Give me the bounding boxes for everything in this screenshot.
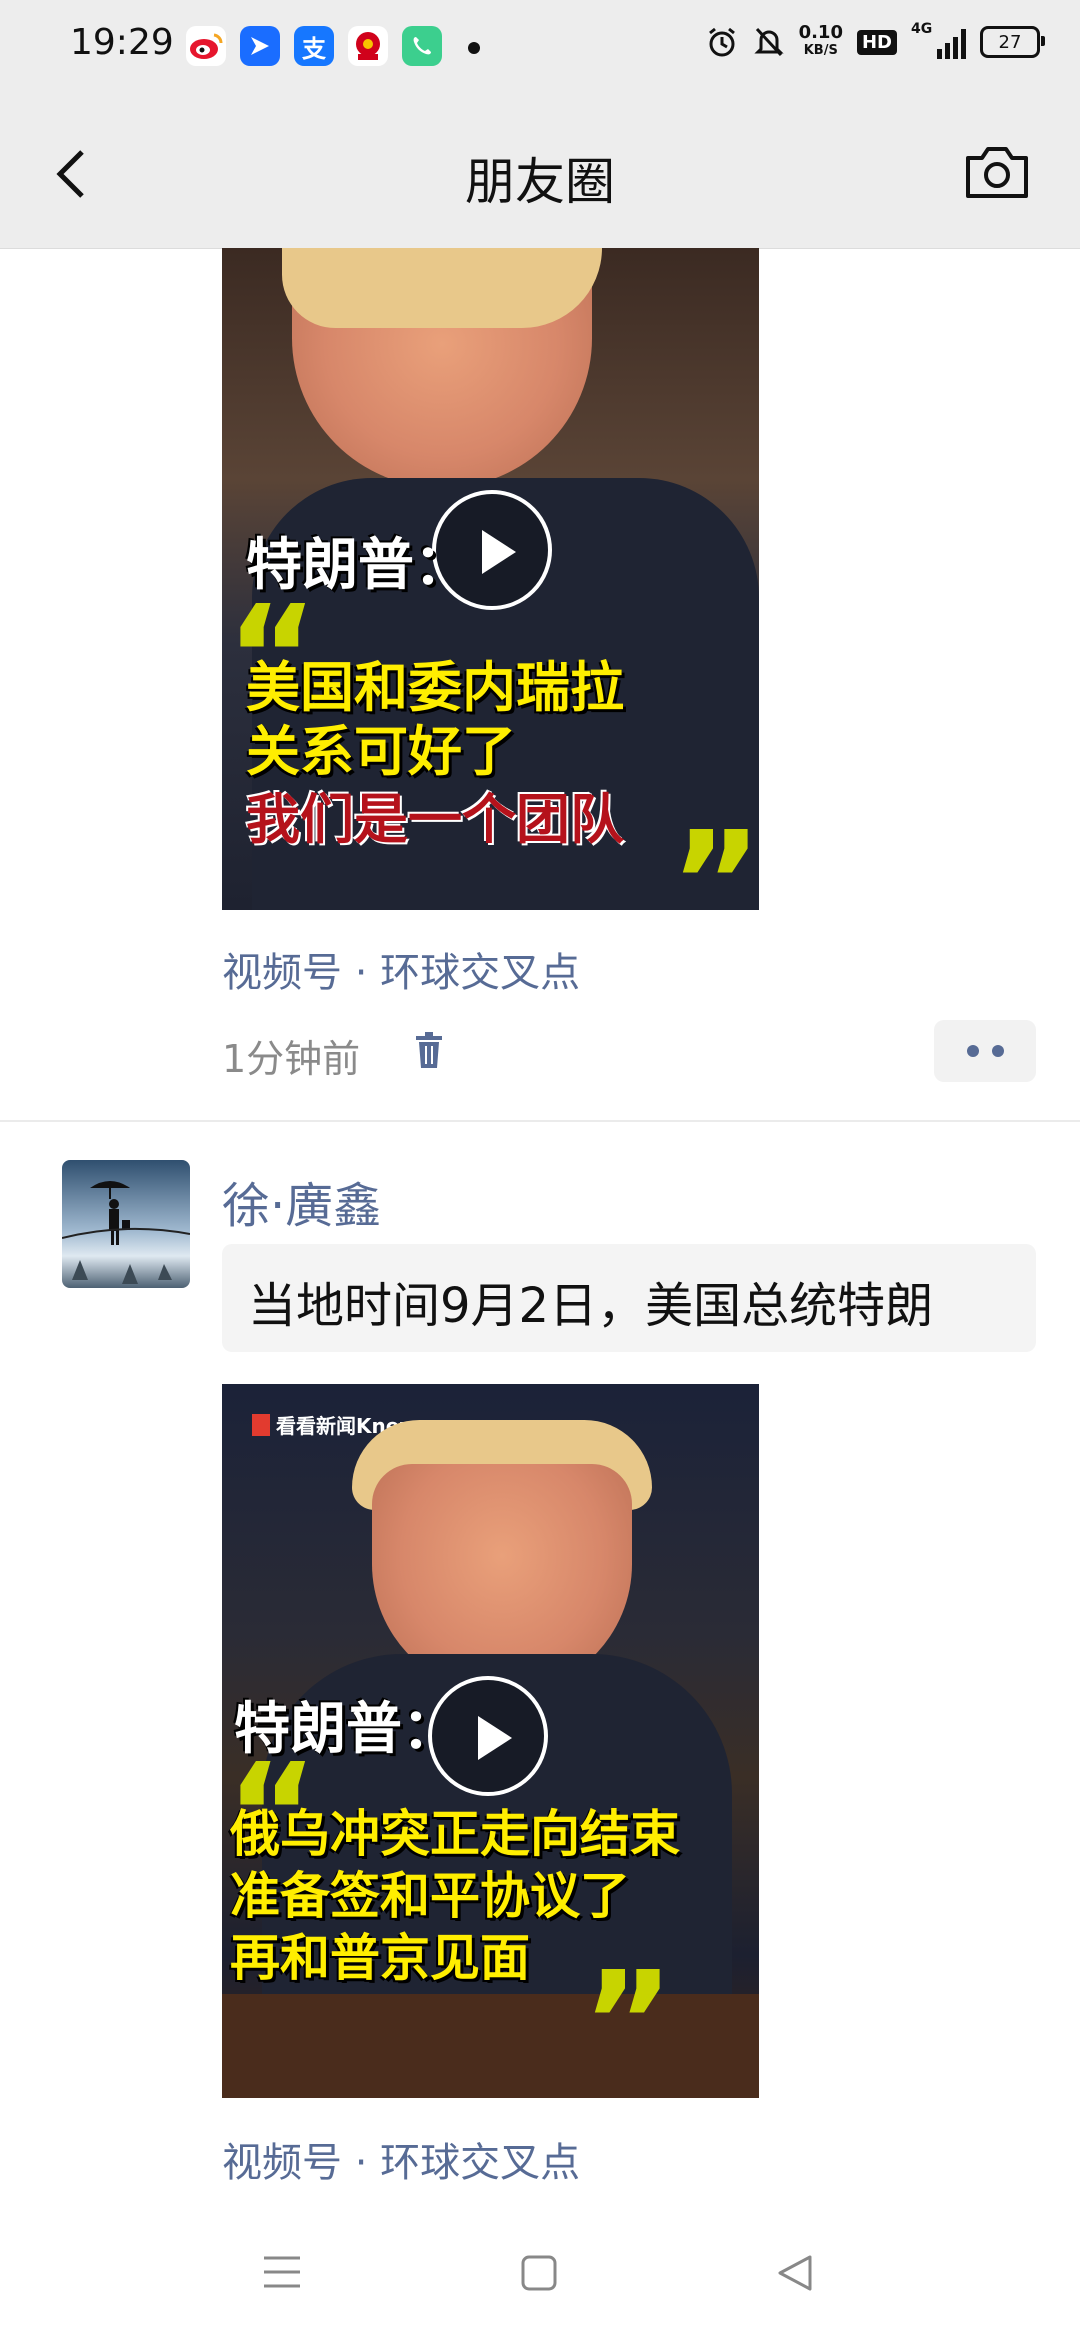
close-quote-mark: ” [670, 802, 759, 911]
post-text[interactable]: 当地时间9月2日，美国总统特朗 [222, 1244, 1036, 1352]
home-icon[interactable] [520, 2254, 558, 2292]
video-caption-line-3: 我们是一个团队 [246, 788, 624, 851]
phone-icon [402, 26, 442, 66]
system-status: 0.10 KB/S HD 4G 27 [705, 21, 1045, 60]
menu-icon[interactable] [262, 2254, 302, 2290]
post-time: 1分钟前 [222, 1037, 361, 1081]
more-notifications-dot [468, 42, 480, 54]
signal-icon: 4G [911, 21, 966, 59]
channel-source-link[interactable]: 视频号 · 环球交叉点 [222, 2130, 580, 2188]
mute-bell-icon [753, 27, 784, 57]
video-caption-line-1: 俄乌冲突正走向结束 [230, 1805, 680, 1863]
feishu-icon [240, 26, 280, 66]
alipay-icon: 支 [294, 26, 334, 66]
avatar[interactable] [62, 1160, 190, 1288]
system-nav-bar [0, 2208, 1080, 2340]
desk [222, 1994, 759, 2098]
moments-feed[interactable]: 特朗普： “ 美国和委内瑞拉 关系可好了 我们是一个团队 ” 视频号 · 环球交… [0, 248, 1080, 2208]
video-caption-line-3: 再和普京见面 [230, 1929, 530, 1987]
video-caption-line-2: 关系可好了 [246, 720, 516, 783]
video-thumbnail[interactable]: 特朗普： “ 美国和委内瑞拉 关系可好了 我们是一个团队 ” [222, 248, 759, 910]
alarm-icon [708, 27, 735, 57]
back-nav-icon[interactable] [776, 2254, 814, 2292]
top-nav: 朋友圈 [0, 96, 1080, 249]
gov-app-icon [348, 26, 388, 66]
channel-source-link[interactable]: 视频号 · 环球交叉点 [222, 940, 580, 998]
more-actions-button[interactable] [934, 1020, 1036, 1082]
video-caption-line-1: 美国和委内瑞拉 [246, 656, 624, 719]
video-caption-line-2: 准备签和平协议了 [230, 1867, 630, 1925]
video-thumbnail[interactable]: 看看新闻Knews 特朗普： “ 俄乌冲突正走向结束 准备签和平协议了 再和普京… [222, 1384, 759, 2098]
weibo-icon [186, 26, 226, 66]
post-author-name[interactable]: 徐·廣鑫 [222, 1166, 381, 1236]
trash-icon[interactable] [414, 1032, 444, 1070]
status-time: 19:29 [70, 22, 174, 63]
person-hair [282, 248, 602, 328]
hd-badge: HD [856, 29, 897, 55]
net-speed: 0.10 KB/S [798, 22, 843, 59]
page-title: 朋友圈 [465, 153, 615, 211]
battery-icon: 27 [980, 26, 1045, 58]
notification-icons: 支 [186, 26, 442, 66]
camera-icon[interactable] [964, 144, 1030, 200]
status-bar: 19:29 支 0.10 KB/S HD 4G 27 [0, 0, 1080, 96]
close-quote-mark: ” [582, 1942, 675, 2098]
post-divider [0, 1120, 1080, 1122]
